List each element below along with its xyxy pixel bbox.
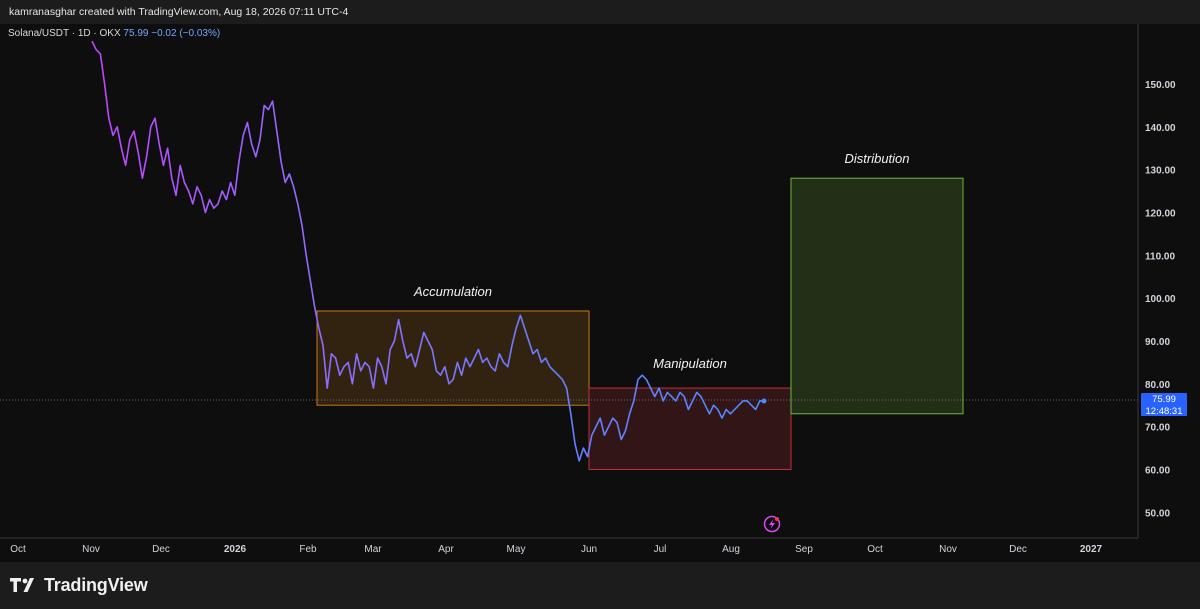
symbol-legend[interactable]: Solana/USDT · 1D · OKX 75.99 −0.02 (−0.0… — [8, 28, 220, 39]
tradingview-logo[interactable]: TradingView — [10, 575, 148, 595]
credit-text: kamranasghar created with TradingView.co… — [9, 6, 349, 18]
last-price: 75.99 — [123, 28, 149, 39]
brand-name: TradingView — [44, 574, 148, 595]
zone-label-accumulation: Accumulation — [413, 284, 492, 299]
tradingview-logo-icon — [10, 578, 34, 592]
zone-label-manipulation: Manipulation — [653, 356, 727, 371]
y-tick-label: 70.00 — [1145, 423, 1170, 434]
y-tick-label: 50.00 — [1145, 508, 1170, 519]
last-price-point — [761, 398, 767, 404]
x-tick-label: Jun — [581, 544, 597, 555]
y-tick-label: 110.00 — [1145, 251, 1175, 262]
y-tick-label: 120.00 — [1145, 208, 1176, 219]
x-tick-label: Oct — [10, 544, 26, 555]
y-tick-label: 60.00 — [1145, 465, 1170, 476]
x-tick-label: Feb — [299, 544, 317, 555]
chart-frame[interactable]: Accumulation Manipulation Distribution 50.… — [0, 24, 1200, 562]
y-tick-label: 80.00 — [1145, 380, 1170, 391]
x-tick-label: 2027 — [1080, 544, 1103, 555]
price-badge: 75.99 12:48:31 — [1141, 393, 1187, 417]
x-tick-label: Oct — [867, 544, 883, 555]
x-tick-label: Dec — [152, 544, 170, 555]
x-tick-label: Nov — [939, 544, 957, 555]
x-tick-label: Mar — [364, 544, 382, 555]
x-tick-label: Sep — [795, 544, 813, 555]
x-tick-label: Nov — [82, 544, 100, 555]
y-tick-label: 150.00 — [1145, 80, 1176, 91]
zone-label-distribution: Distribution — [844, 151, 909, 166]
y-tick-label: 130.00 — [1145, 166, 1176, 177]
badge-countdown: 12:48:31 — [1145, 406, 1183, 417]
x-tick-label: Aug — [722, 544, 740, 555]
y-tick-label: 90.00 — [1145, 337, 1170, 348]
badge-price: 75.99 — [1152, 394, 1176, 405]
x-tick-label: May — [507, 544, 526, 555]
x-tick-label: Dec — [1009, 544, 1027, 555]
top-bar: kamranasghar created with TradingView.co… — [0, 0, 1200, 24]
price-chart[interactable]: Accumulation Manipulation Distribution 50.… — [0, 24, 1200, 562]
y-tick-label: 140.00 — [1145, 123, 1176, 134]
x-tick-label: 2026 — [224, 544, 247, 555]
price-change: −0.02 (−0.03%) — [151, 28, 221, 39]
zone-distribution[interactable] — [790, 177, 964, 415]
footer: TradingView — [0, 562, 1200, 609]
symbol-name: Solana/USDT · 1D · OKX — [8, 28, 121, 39]
x-tick-label: Jul — [654, 544, 667, 555]
x-tick-label: Apr — [438, 544, 454, 555]
lightning-icon[interactable] — [763, 515, 781, 533]
y-tick-label: 100.00 — [1145, 294, 1176, 305]
